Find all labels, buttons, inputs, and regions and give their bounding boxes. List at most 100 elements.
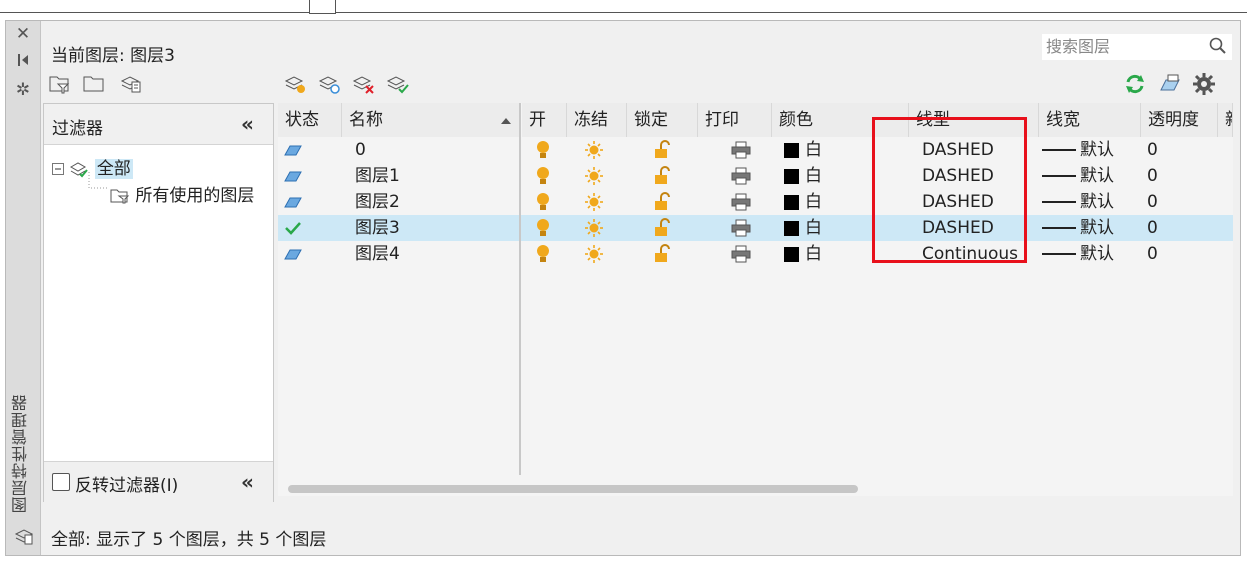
close-icon[interactable]: ✕ (14, 25, 32, 43)
collapse-filter-icon[interactable]: « (241, 470, 254, 494)
layer-color[interactable]: 白 (784, 163, 822, 189)
printer-icon[interactable] (730, 189, 752, 215)
layer-lineweight[interactable]: 默认 (1042, 137, 1114, 163)
col-lock[interactable]: 锁定 (627, 103, 698, 137)
tree-item-used-layers[interactable]: 所有使用的图层 (110, 181, 254, 206)
layer-transparency-text: 0 (1147, 192, 1158, 212)
layer-status-icon[interactable] (284, 163, 302, 189)
new-layer-button[interactable] (282, 71, 310, 97)
bulb-on-icon[interactable] (536, 163, 550, 189)
col-lineweight[interactable]: 线宽 (1039, 103, 1141, 137)
layer-transparency[interactable]: 0 (1147, 241, 1158, 267)
layer-row[interactable]: 图层1 白 DASHED 默认 0 (278, 163, 1233, 189)
horizontal-scrollbar[interactable] (288, 485, 858, 493)
layer-color[interactable]: 白 (784, 215, 822, 241)
unlock-icon[interactable] (653, 241, 671, 267)
layer-lineweight[interactable]: 默认 (1042, 241, 1114, 267)
thaw-sun-icon[interactable] (584, 137, 604, 163)
layer-name[interactable]: 图层1 (355, 163, 400, 189)
delete-layer-button[interactable] (350, 71, 378, 97)
col-transparency[interactable]: 透明度 (1141, 103, 1218, 137)
layer-transparency-text: 0 (1147, 140, 1158, 160)
search-icon[interactable] (1208, 36, 1228, 56)
top-notch (309, 0, 336, 14)
layer-row[interactable]: 图层2 白 DASHED 默认 0 (278, 189, 1233, 215)
layer-lineweight[interactable]: 默认 (1042, 215, 1114, 241)
thaw-sun-icon[interactable] (584, 189, 604, 215)
layer-color-text: 白 (805, 140, 822, 160)
layer-lineweight[interactable]: 默认 (1042, 163, 1114, 189)
bulb-on-icon[interactable] (536, 137, 550, 163)
unlock-icon[interactable] (653, 137, 671, 163)
color-swatch (784, 168, 799, 184)
layer-transparency[interactable]: 0 (1147, 163, 1158, 189)
tree-item-label: 所有使用的图层 (135, 186, 255, 206)
unlock-icon[interactable] (653, 215, 671, 241)
layer-color[interactable]: 白 (784, 137, 822, 163)
layer-name[interactable]: 图层2 (355, 189, 400, 215)
current-layer-check-icon[interactable] (284, 215, 302, 241)
invert-filter-checkbox[interactable] (52, 473, 70, 491)
layer-states-manager-button[interactable] (118, 71, 146, 97)
layer-lineweight-text: 默认 (1080, 140, 1114, 160)
new-property-filter-button[interactable] (46, 71, 74, 97)
col-name[interactable]: 名称 (342, 103, 520, 137)
lineweight-sample (1042, 175, 1076, 177)
gear-icon[interactable] (1190, 71, 1218, 97)
layer-transparency[interactable]: 0 (1147, 215, 1158, 241)
palette-title: 图层特性管理器 (11, 394, 30, 513)
printer-icon[interactable] (730, 215, 752, 241)
layer-row[interactable]: 图层3 白 DASHED 默认 0 (278, 215, 1233, 241)
thaw-sun-icon[interactable] (584, 163, 604, 189)
current-layer-label: 当前图层: 图层3 (51, 46, 175, 66)
col-freeze[interactable]: 冻结 (567, 103, 627, 137)
layer-name[interactable]: 图层3 (355, 215, 400, 241)
thaw-sun-icon[interactable] (584, 215, 604, 241)
column-splitter[interactable] (519, 103, 521, 475)
properties-gear-icon[interactable]: ✲ (14, 81, 32, 99)
tree-expand-icon[interactable] (52, 163, 64, 175)
unlock-icon[interactable] (653, 189, 671, 215)
layer-status-icon[interactable] (284, 189, 302, 215)
printer-icon[interactable] (730, 241, 752, 267)
layer-color[interactable]: 白 (784, 241, 822, 267)
printer-icon[interactable] (730, 163, 752, 189)
search-input[interactable] (1042, 34, 1210, 58)
layer-lineweight[interactable]: 默认 (1042, 189, 1114, 215)
layer-color[interactable]: 白 (784, 189, 822, 215)
refresh-icon[interactable] (1121, 71, 1149, 97)
set-current-button[interactable] (384, 71, 412, 97)
color-swatch (784, 220, 799, 236)
layer-lineweight-text: 默认 (1080, 218, 1114, 238)
autohide-icon[interactable] (14, 52, 32, 70)
thaw-sun-icon[interactable] (584, 241, 604, 267)
unlock-icon[interactable] (653, 163, 671, 189)
layer-row[interactable]: 图层4 白 Continuous 默认 0 (278, 241, 1233, 267)
layer-status-icon[interactable] (284, 241, 302, 267)
layer-row[interactable]: 0 白 DASHED 默认 0 (278, 137, 1233, 163)
bulb-on-icon[interactable] (536, 189, 550, 215)
layer-name-text: 0 (355, 140, 366, 160)
layer-transparency[interactable]: 0 (1147, 137, 1158, 163)
color-swatch (784, 194, 799, 210)
layer-transparency[interactable]: 0 (1147, 189, 1158, 215)
collapse-filter-icon[interactable]: « (241, 112, 254, 136)
layer-name[interactable]: 图层4 (355, 241, 400, 267)
layer-status-icon[interactable] (284, 137, 302, 163)
bulb-on-icon[interactable] (536, 215, 550, 241)
layer-name[interactable]: 0 (355, 137, 366, 163)
status-bar: 全部: 显示了 5 个图层，共 5 个图层 (51, 530, 327, 550)
layer-name-text: 图层3 (355, 218, 400, 238)
col-plot[interactable]: 打印 (698, 103, 772, 137)
col-new-vp-freeze[interactable]: 新 (1218, 103, 1233, 137)
printer-icon[interactable] (730, 137, 752, 163)
layer-settings-button[interactable] (1156, 71, 1184, 97)
palette-titlebar[interactable]: ✕ ✲ 图层特性管理器 (6, 21, 41, 555)
bulb-on-icon[interactable] (536, 241, 550, 267)
new-layer-vp-frozen-button[interactable] (316, 71, 344, 97)
new-group-filter-button[interactable] (80, 71, 108, 97)
filter-tree-panel: 过滤器 « 全部 所有使用的图层 反转过滤器(I) « (43, 103, 274, 502)
search-layers[interactable] (1041, 33, 1233, 61)
col-on[interactable]: 开 (522, 103, 567, 137)
col-status[interactable]: 状态 (278, 103, 342, 137)
